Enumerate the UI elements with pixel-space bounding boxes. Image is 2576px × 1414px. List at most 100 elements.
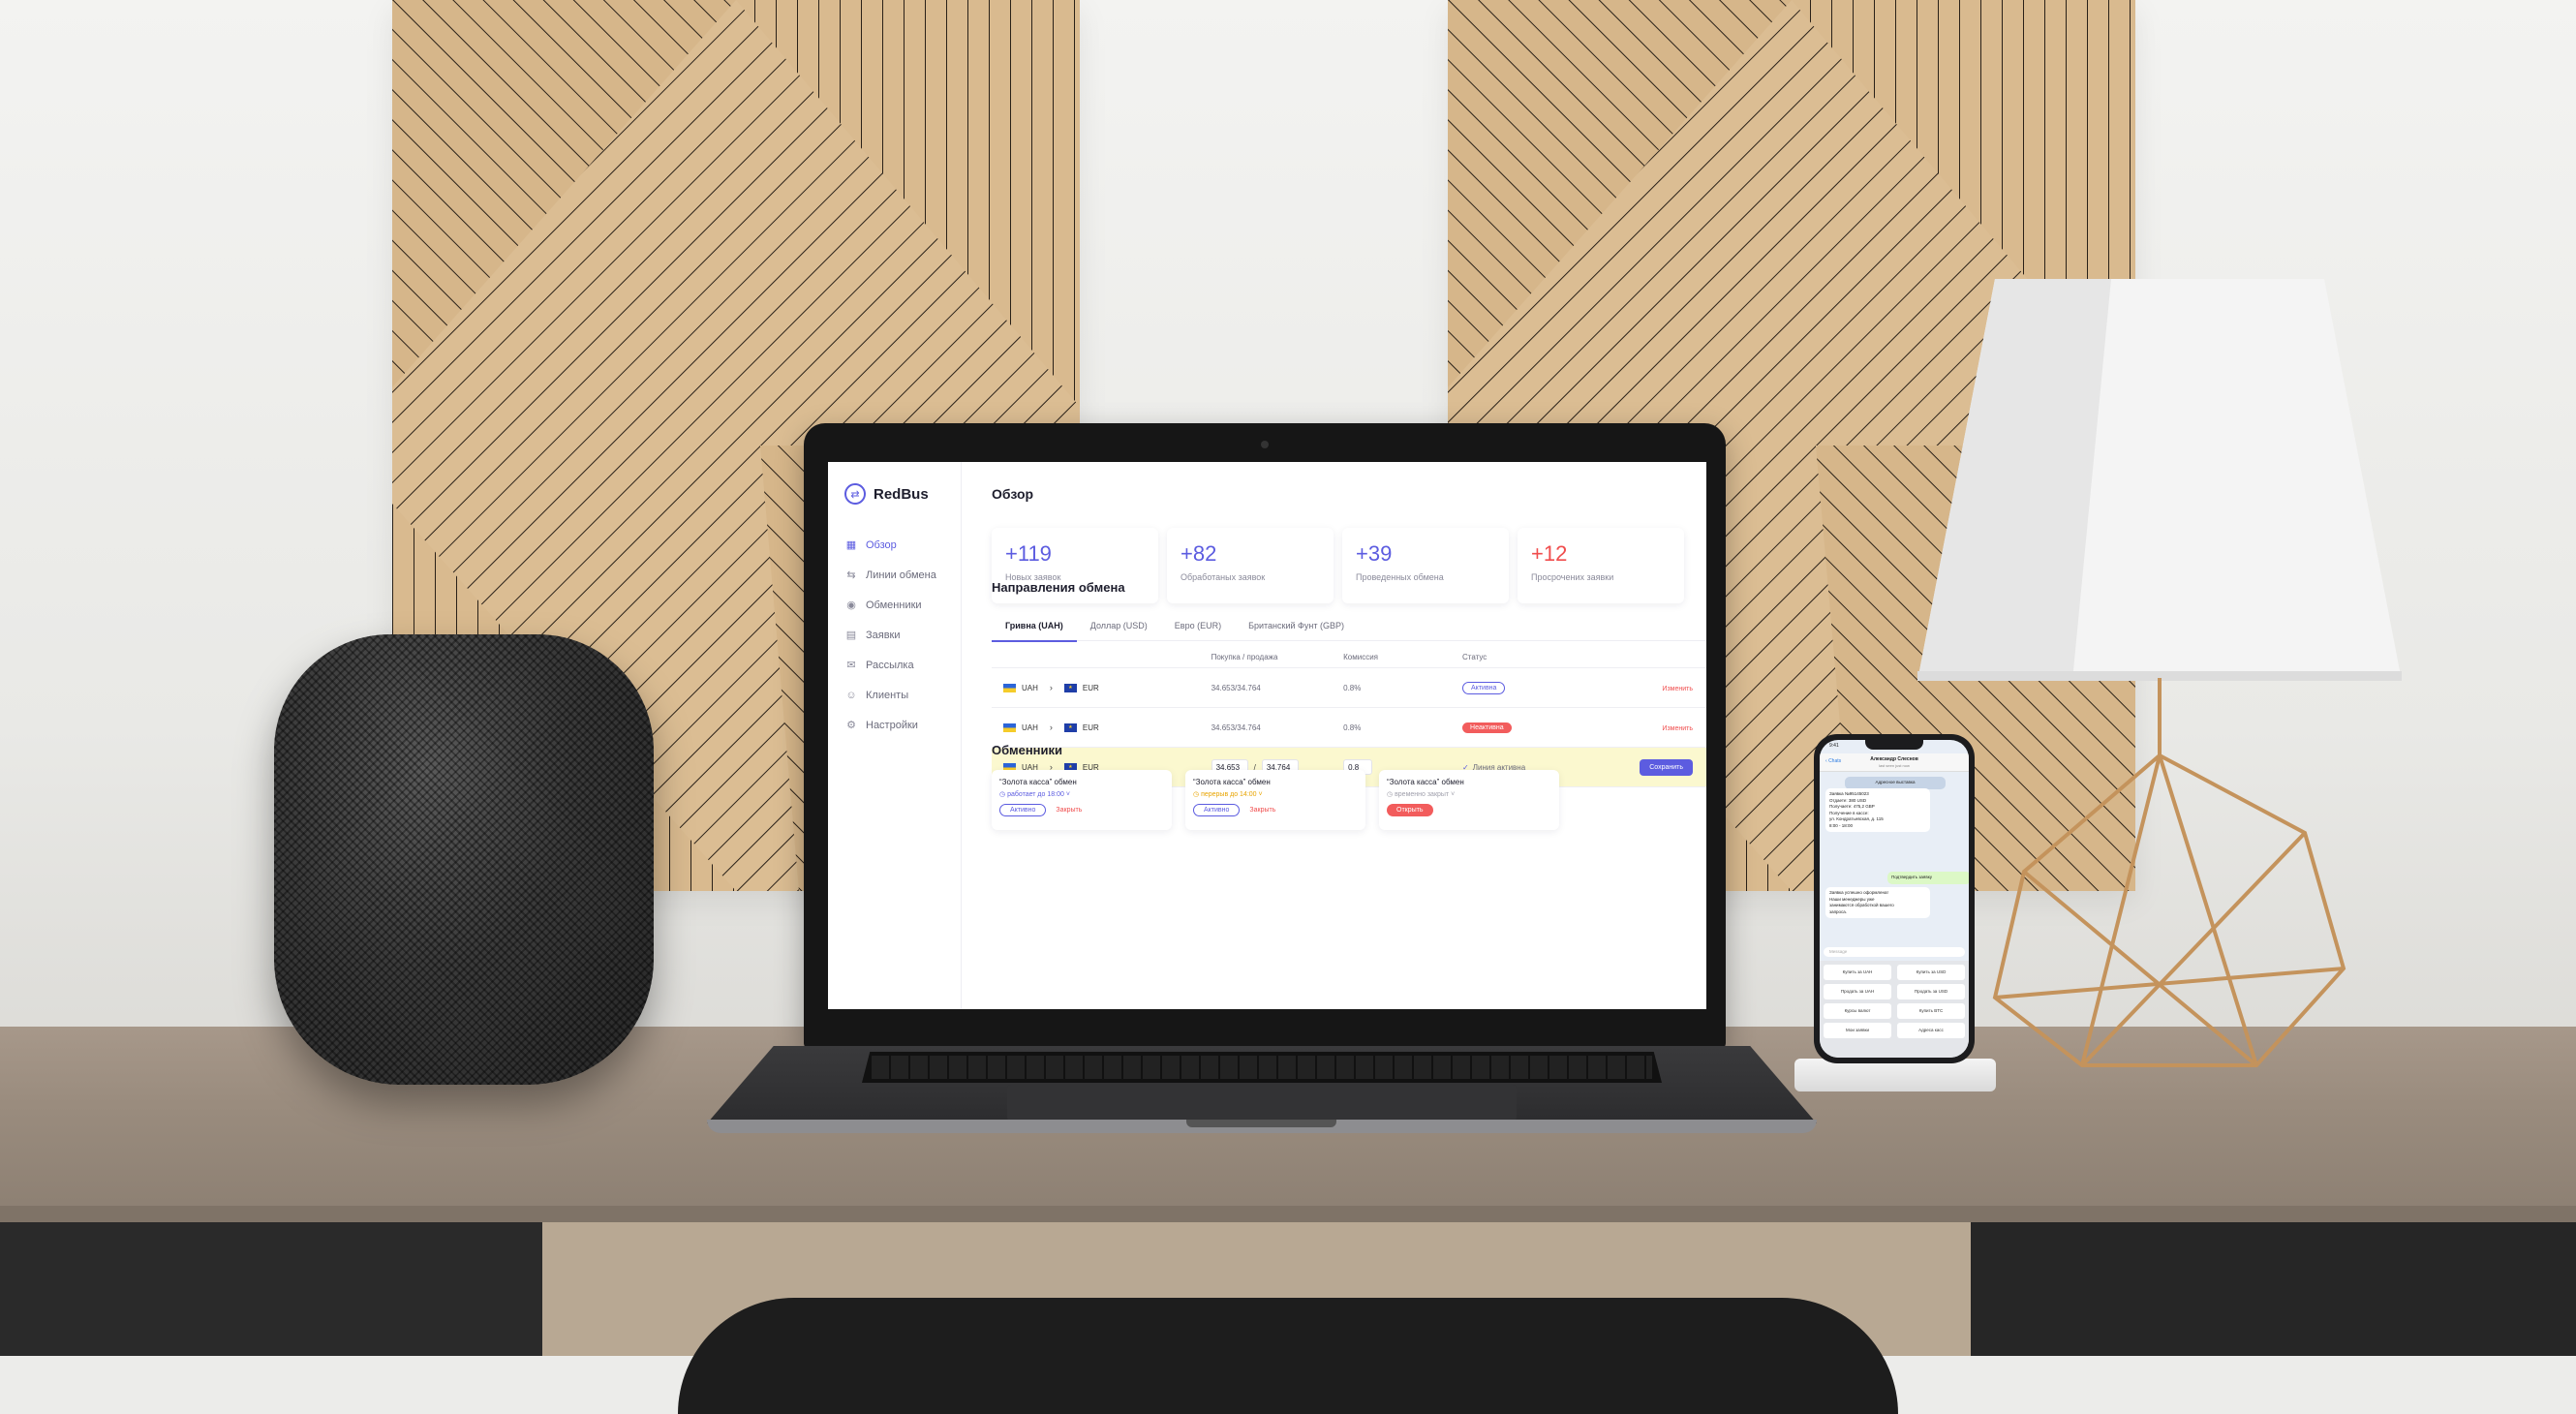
smartphone: 9:41 ‹ Chats Александр Слеснов last seen… <box>1814 734 1975 1063</box>
chevron-down-icon: ˅ <box>1063 791 1070 798</box>
open-button[interactable]: Открыть <box>1387 804 1433 816</box>
status-cell: Неактивна <box>1462 722 1617 733</box>
tab-eur[interactable]: Евро (EUR) <box>1161 611 1235 640</box>
lamp-base <box>1992 678 2346 1067</box>
chevron-right-icon: › <box>1049 722 1053 732</box>
active-button[interactable]: Активно <box>1193 804 1241 816</box>
status-badge: Неактивна <box>1462 722 1512 733</box>
back-button[interactable]: ‹ Chats <box>1825 758 1841 764</box>
exchanger-hours[interactable]: ◷ перерыв до 14:00 ˅ <box>1193 790 1365 798</box>
sidebar-item-label: Линии обмена <box>866 569 936 581</box>
exchangers-list: “Золота касса” обмен ◷ работает до 18:00… <box>992 770 1559 830</box>
sidebar-item-label: Заявки <box>866 629 901 641</box>
sidebar-item-exchange-lines[interactable]: ⇆ Линии обмена <box>828 560 961 590</box>
fee-cell: 0.8% <box>1343 722 1362 732</box>
clock-icon: ◷ <box>999 791 1008 798</box>
laptop-screen: ⇄ RedBus ▦ Обзор ⇆ Линии обмена ◉ Обменн… <box>828 462 1706 1009</box>
bot-button[interactable]: Мои заявки <box>1824 1023 1891 1038</box>
bot-button[interactable]: Купить за USD <box>1897 965 1965 980</box>
stat-value: +119 <box>1005 541 1052 566</box>
message-bubble-out: Подтвердить заявку <box>1887 872 1969 884</box>
users-icon: ☺ <box>845 689 857 701</box>
bot-button[interactable]: Купить BTC <box>1897 1003 1965 1019</box>
clock-icon: ◷ <box>1193 791 1202 798</box>
sidebar-item-label: Настройки <box>866 719 918 731</box>
tab-usd[interactable]: Доллар (USD) <box>1077 611 1161 640</box>
system-note: Адресное выставка <box>1845 777 1946 789</box>
sidebar-item-mailing[interactable]: ✉ Рассылка <box>828 650 961 680</box>
gear-icon: ⚙ <box>846 720 856 731</box>
sidebar-item-requests[interactable]: ▤ Заявки <box>828 620 961 650</box>
col-status: Статус <box>1462 652 1487 661</box>
currency-from: UAH <box>1022 683 1038 692</box>
sidebar-item-settings[interactable]: ⚙ Настройки <box>828 710 961 740</box>
status-badge: Активна <box>1462 681 1506 694</box>
exchanger-hours[interactable]: ◷ работает до 18:00 ˅ <box>999 790 1172 798</box>
direction-cell: UAH › ★ EUR <box>992 683 1211 692</box>
logo-text: RedBus <box>874 485 929 503</box>
desk-drawer-right <box>1971 1222 2576 1356</box>
table-icon: ▤ <box>845 630 857 641</box>
sidebar-item-label: Рассылка <box>866 659 914 671</box>
bot-button[interactable]: Продать за UAH <box>1824 984 1891 999</box>
active-button[interactable]: Активно <box>999 804 1047 816</box>
currency-to: EUR <box>1082 683 1099 692</box>
exchanger-actions: Открыть <box>1387 804 1559 816</box>
chat-header: ‹ Chats Александр Слеснов last seen just… <box>1820 753 1969 772</box>
exchanger-actions: Активно Закрыть <box>999 804 1172 816</box>
flag-ua-icon <box>1003 683 1016 692</box>
chevron-down-icon: ˅ <box>1256 791 1263 798</box>
message-input[interactable]: Message <box>1824 947 1965 957</box>
exchanger-name: “Золота касса” обмен <box>999 778 1077 786</box>
close-link[interactable]: Закрыть <box>1056 807 1082 814</box>
rate-cell: 34.653/34.764 <box>1211 683 1261 692</box>
edit-link[interactable]: Изменить <box>1662 725 1693 732</box>
bot-button[interactable]: Купить за UAH <box>1824 965 1891 980</box>
bot-button[interactable]: Продать за USD <box>1897 984 1965 999</box>
status-time: 9:41 <box>1829 743 1839 749</box>
tab-uah[interactable]: Гривна (UAH) <box>992 611 1077 642</box>
stat-value: +39 <box>1356 541 1393 566</box>
close-link[interactable]: Закрыть <box>1249 807 1275 814</box>
stat-label: Просрочених заявки <box>1531 572 1614 582</box>
phone-stand <box>1794 1059 1996 1091</box>
flag-ua-icon <box>1003 722 1016 732</box>
stat-card: +82 Обработаных заявок <box>1167 528 1334 603</box>
stat-card: +12 Просрочених заявки <box>1518 528 1684 603</box>
rate-cell: 34.653/34.764 <box>1211 722 1261 732</box>
tab-gbp[interactable]: Британский Фунт (GBP) <box>1235 611 1358 640</box>
trackpad <box>1007 1085 1517 1122</box>
bot-keyboard: Купить за UAH Купить за USD Продать за U… <box>1820 961 1969 1058</box>
exchanger-name: “Золота касса” обмен <box>1193 778 1271 786</box>
direction-cell: UAH › ★ EUR <box>992 722 1211 732</box>
logo[interactable]: ⇄ RedBus <box>828 483 961 505</box>
page-title: Обзор <box>992 486 1034 502</box>
sidebar-item-exchangers[interactable]: ◉ Обменники <box>828 590 961 620</box>
sidebar-item-overview[interactable]: ▦ Обзор <box>828 530 961 560</box>
action-cell: Сохранить <box>1617 758 1706 776</box>
fee-cell: 0.8% <box>1343 683 1362 692</box>
redbus-admin-app: ⇄ RedBus ▦ Обзор ⇆ Линии обмена ◉ Обменн… <box>828 462 1706 1009</box>
flag-eu-icon: ★ <box>1063 683 1077 692</box>
bot-button[interactable]: Адреса касс <box>1897 1023 1965 1038</box>
location-pin-icon: ◉ <box>846 599 856 611</box>
save-button[interactable]: Сохранить <box>1640 758 1693 776</box>
table-row: UAH › ★ EUR 34.653/34.764 0.8% Активна И… <box>992 668 1706 708</box>
stat-card: +39 Проведенных обмена <box>1342 528 1509 603</box>
sidebar-item-clients[interactable]: ☺ Клиенты <box>828 680 961 710</box>
edit-link[interactable]: Изменить <box>1662 686 1693 692</box>
clock-icon: ◷ <box>1387 791 1395 798</box>
exchanger-hours[interactable]: ◷ временно закрыт ˅ <box>1387 790 1559 798</box>
phone-screen: 9:41 ‹ Chats Александр Слеснов last seen… <box>1820 740 1969 1058</box>
bot-button[interactable]: Курсы валют <box>1824 1003 1891 1019</box>
sidebar: ⇄ RedBus ▦ Обзор ⇆ Линии обмена ◉ Обменн… <box>828 462 962 1009</box>
status-cell: Активна <box>1462 681 1617 694</box>
currency-from: UAH <box>1022 722 1038 732</box>
col-rate: Покупка / продажа <box>1211 652 1278 661</box>
laptop: ⇄ RedBus ▦ Обзор ⇆ Линии обмена ◉ Обменн… <box>804 423 1726 1049</box>
currency-to: EUR <box>1082 722 1099 732</box>
col-fee: Комиссия <box>1343 652 1379 661</box>
arrows-icon: ⇆ <box>846 569 856 581</box>
webcam <box>1261 441 1269 448</box>
main-content: Обзор +119 Новых заявок +82 Обработаных … <box>962 462 1706 1009</box>
